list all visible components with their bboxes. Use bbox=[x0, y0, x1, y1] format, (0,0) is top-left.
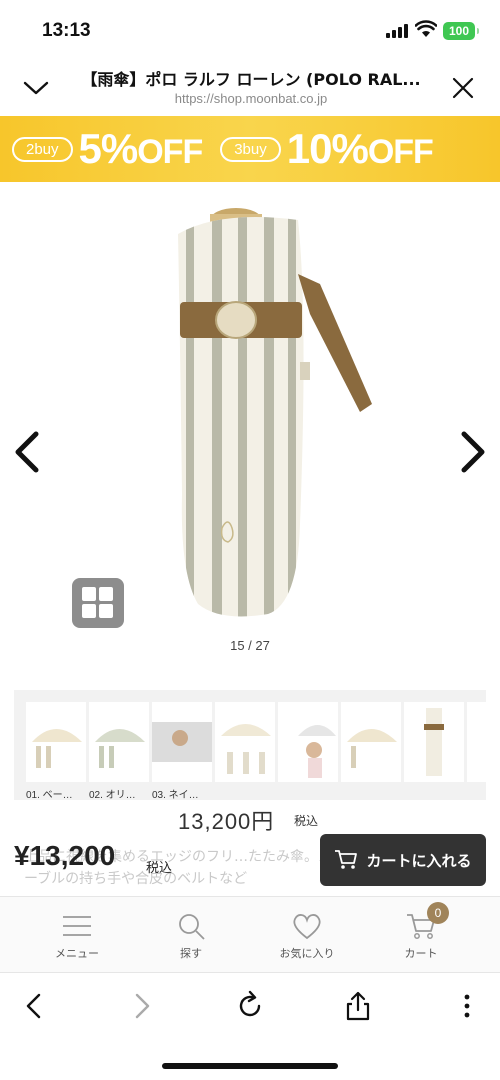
thumbnail[interactable] bbox=[341, 702, 401, 782]
thumbnail-image bbox=[298, 725, 336, 778]
wifi-icon bbox=[415, 20, 437, 37]
tax-label: 税込 bbox=[294, 814, 319, 828]
thumbnail[interactable] bbox=[278, 702, 338, 782]
add-to-cart-button[interactable]: カートに入れる bbox=[320, 834, 486, 886]
thumbnail-image bbox=[347, 729, 397, 768]
clock: 13:13 bbox=[42, 20, 91, 41]
thumbnail[interactable] bbox=[89, 702, 149, 782]
thumbnail[interactable] bbox=[467, 702, 486, 782]
thumbnail[interactable] bbox=[152, 702, 212, 782]
thumbnail-label: 03. ネイ… bbox=[152, 790, 199, 800]
offer1-label: 2buy bbox=[12, 136, 73, 162]
promo-banner[interactable]: 2buy 5%OFF 3buy 10%OFF bbox=[0, 116, 500, 182]
thumbnail-image bbox=[152, 722, 212, 762]
share-icon[interactable] bbox=[341, 989, 375, 1023]
thumbnail-strip[interactable]: 01. ベー… 02. オリ… 03. ネイ… bbox=[14, 690, 486, 800]
product-gallery[interactable]: 15 / 27 bbox=[0, 182, 500, 687]
cart-count-badge: 0 bbox=[427, 902, 449, 924]
nav-favorites-label: お気に入り bbox=[279, 947, 335, 960]
product-image bbox=[178, 208, 372, 617]
battery-indicator: 100 bbox=[443, 22, 479, 40]
nav-menu[interactable]: メニュー bbox=[32, 911, 122, 961]
nav-cart[interactable]: 0 カート bbox=[376, 902, 466, 961]
sticky-tax-label: 税込 bbox=[146, 861, 173, 876]
signal-icon bbox=[386, 24, 408, 38]
status-bar: 13:13 100 bbox=[0, 0, 500, 62]
heart-icon bbox=[293, 914, 321, 940]
home-indicator bbox=[162, 1063, 338, 1069]
page-title: 【雨傘】ポロ ラルフ ローレン (POLO RAL... bbox=[81, 70, 421, 89]
browser-header: 【雨傘】ポロ ラルフ ローレン (POLO RAL... https://sho… bbox=[0, 62, 500, 116]
add-to-cart-label: カートに入れる bbox=[366, 851, 472, 870]
sticky-price: ¥13,200 bbox=[14, 840, 116, 871]
image-counter: 15 / 27 bbox=[230, 638, 270, 653]
thumbnail-label: 02. オリ… bbox=[89, 790, 136, 800]
thumbnail[interactable] bbox=[215, 702, 275, 782]
thumbnail-image bbox=[221, 724, 271, 774]
nav-search-label: 探す bbox=[180, 947, 202, 960]
chevron-down-icon[interactable] bbox=[22, 74, 50, 102]
chevron-left-icon[interactable] bbox=[12, 430, 42, 474]
forward-icon[interactable] bbox=[124, 989, 158, 1023]
offer2-label: 3buy bbox=[220, 136, 281, 162]
close-icon[interactable] bbox=[450, 75, 476, 101]
thumbnail-image bbox=[424, 708, 444, 776]
nav-favorites[interactable]: お気に入り bbox=[262, 911, 352, 961]
grid-view-button[interactable] bbox=[72, 578, 124, 628]
cart-icon bbox=[335, 850, 358, 869]
menu-icon bbox=[63, 916, 91, 936]
back-icon[interactable] bbox=[18, 989, 52, 1023]
more-icon[interactable] bbox=[450, 989, 484, 1023]
nav-menu-label: メニュー bbox=[55, 947, 99, 960]
page-url[interactable]: https://shop.moonbat.co.jp bbox=[66, 91, 436, 106]
search-icon bbox=[179, 914, 205, 940]
reload-icon[interactable] bbox=[233, 989, 267, 1023]
site-bottom-nav: メニュー 探す お気に入り 0 カート bbox=[0, 896, 500, 972]
thumbnail-image bbox=[32, 729, 82, 768]
thumbnail-label: 01. ベー… bbox=[26, 790, 73, 800]
offer2-value: 10%OFF bbox=[286, 125, 434, 172]
thumbnail[interactable] bbox=[404, 702, 464, 782]
thumbnail[interactable] bbox=[26, 702, 86, 782]
nav-search[interactable]: 探す bbox=[146, 911, 236, 961]
thumbnail-image bbox=[95, 729, 145, 768]
offer1-value: 5%OFF bbox=[78, 125, 204, 172]
chevron-right-icon[interactable] bbox=[458, 430, 488, 474]
nav-cart-label: カート bbox=[404, 947, 438, 960]
product-price: 13,200円 bbox=[178, 809, 275, 834]
